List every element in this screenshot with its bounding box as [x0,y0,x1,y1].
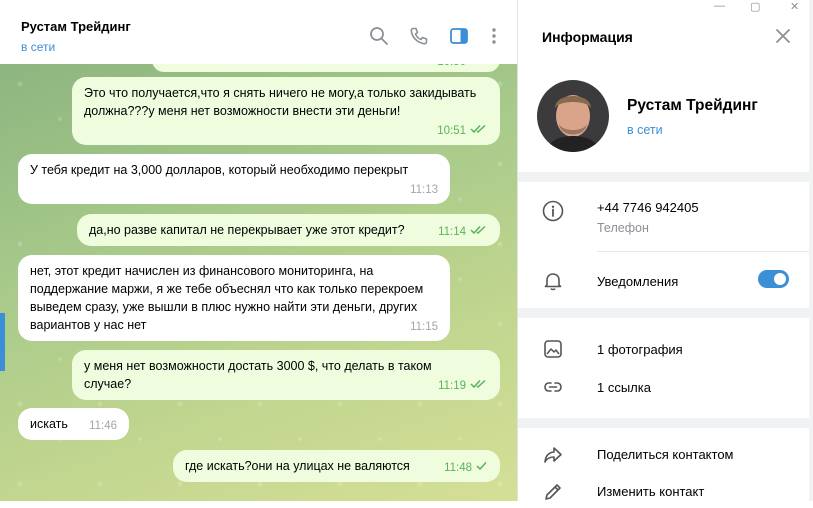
phone-number[interactable]: +44 7746 942405 [597,200,699,215]
more-vertical-icon[interactable] [484,26,504,46]
message-bubble[interactable]: да,но разве капитал не перекрывает уже э… [77,214,500,246]
sidebar-toggle-icon[interactable] [449,26,469,46]
message-time: 11:48 [444,462,472,474]
notifications-toggle[interactable] [758,270,789,288]
notifications-label: Уведомления [597,274,679,289]
double-check-icon [470,223,488,241]
message-time: 11:15 [410,321,438,333]
info-icon [542,200,564,222]
message-bubble[interactable]: Это что получается,что я снять ничего не… [72,77,500,145]
search-icon[interactable] [369,26,389,46]
window-maximize-icon[interactable]: ▢ [750,0,760,13]
info-actions-section: Поделиться контактом Изменить контакт [518,428,809,501]
chat-status: в сети [21,40,56,54]
message-bubble[interactable]: нет, этот кредит начислен из финансового… [18,255,450,341]
message-time: 10:51 [437,125,466,137]
info-contact-section: +44 7746 942405 Телефон Уведомления [518,182,809,308]
share-contact-button[interactable]: Поделиться контактом [597,447,734,462]
message-text: Это что получается,что я снять ничего не… [84,86,480,118]
separator [597,251,809,252]
double-check-icon [470,122,488,140]
link-icon [542,376,564,398]
chat-title[interactable]: Рустам Трейдинг [21,19,131,34]
message-time: 11:14 [438,226,466,238]
message-text: у меня нет возможности достать 3000 $, ч… [84,359,436,391]
message-time: 11:13 [410,184,438,196]
share-icon [542,444,564,466]
chat-column: Рустам Трейдинг в сети 10:50 Это что пол… [0,0,517,501]
profile-name: Рустам Трейдинг [627,97,758,114]
window-minimize-icon[interactable]: — [714,0,725,12]
message-text: нет, этот кредит начислен из финансового… [30,264,427,332]
chat-header: Рустам Трейдинг в сети [0,0,517,64]
profile-status: в сети [627,123,663,137]
pencil-icon [542,481,564,503]
scroll-indicator [0,313,5,371]
message-bubble[interactable]: у меня нет возможности достать 3000 $, ч… [72,350,500,400]
message-bubble[interactable]: искать 11:46 [18,408,129,440]
photo-icon [542,338,564,360]
bell-icon [542,270,564,292]
message-text: У тебя кредит на 3,000 долларов, который… [30,163,409,177]
message-bubble[interactable]: где искать?они на улицах не валяются 11:… [173,450,500,482]
photos-link[interactable]: 1 фотография [597,342,683,357]
phone-icon[interactable] [409,26,429,46]
info-media-section: 1 фотография 1 ссылка [518,318,809,418]
info-title: Информация [542,29,633,45]
message-time: 11:19 [438,380,466,392]
avatar[interactable] [537,80,609,152]
message-bubble[interactable]: У тебя кредит на 3,000 долларов, который… [18,154,450,204]
phone-label: Телефон [597,221,649,235]
message-time: 11:46 [89,420,117,432]
window-close-icon[interactable]: ✕ [790,0,799,13]
info-panel: — ▢ ✕ Информация Рустам Трейдинг в сети … [518,0,813,501]
edit-contact-button[interactable]: Изменить контакт [597,484,704,499]
close-icon[interactable] [774,27,792,45]
links-link[interactable]: 1 ссылка [597,380,651,395]
message-text: да,но разве капитал не перекрывает уже э… [89,223,405,237]
check-icon [476,459,488,477]
message-text: где искать?они на улицах не валяются [185,459,410,473]
double-check-icon [470,377,488,395]
info-profile-section: — ▢ ✕ Информация Рустам Трейдинг в сети [518,0,809,172]
